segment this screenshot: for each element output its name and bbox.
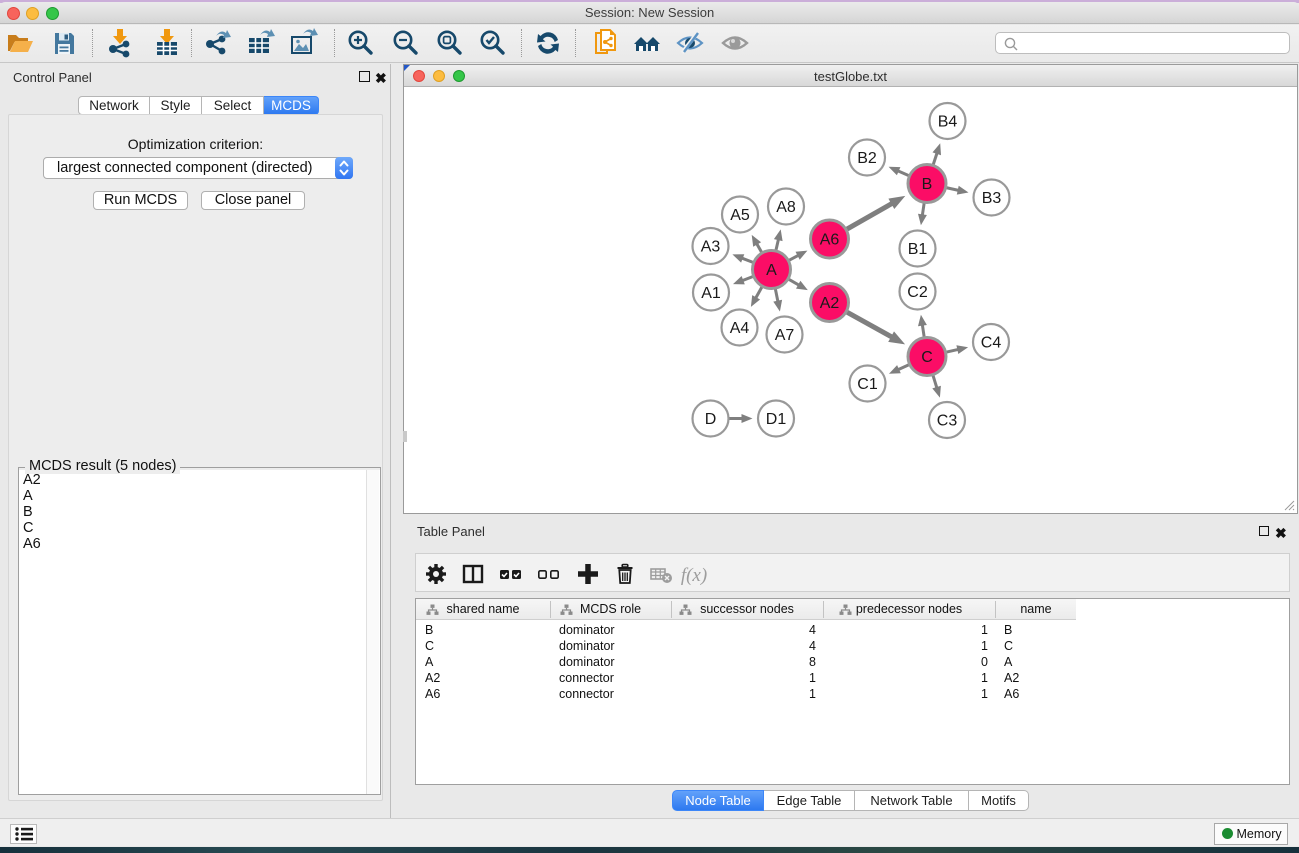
svg-text:A5: A5 [730, 207, 750, 224]
svg-text:B4: B4 [938, 114, 958, 131]
svg-text:A3: A3 [701, 239, 721, 256]
svg-text:C1: C1 [857, 376, 878, 393]
svg-text:D: D [705, 411, 717, 428]
svg-text:B3: B3 [982, 190, 1002, 207]
svg-text:B: B [922, 176, 933, 193]
svg-text:A: A [766, 262, 777, 279]
svg-text:A2: A2 [820, 295, 840, 312]
svg-text:D1: D1 [766, 411, 787, 428]
svg-text:A8: A8 [776, 199, 796, 216]
svg-text:B2: B2 [857, 150, 877, 167]
svg-text:A4: A4 [730, 320, 750, 337]
svg-text:B1: B1 [908, 241, 928, 258]
svg-text:C: C [921, 349, 933, 366]
svg-text:f(x): f(x) [681, 565, 707, 586]
svg-text:C4: C4 [981, 335, 1002, 352]
svg-text:C2: C2 [907, 284, 928, 301]
svg-text:A7: A7 [775, 327, 795, 344]
svg-text:C3: C3 [937, 413, 958, 430]
svg-text:A1: A1 [701, 285, 721, 302]
svg-text:A6: A6 [820, 232, 840, 249]
